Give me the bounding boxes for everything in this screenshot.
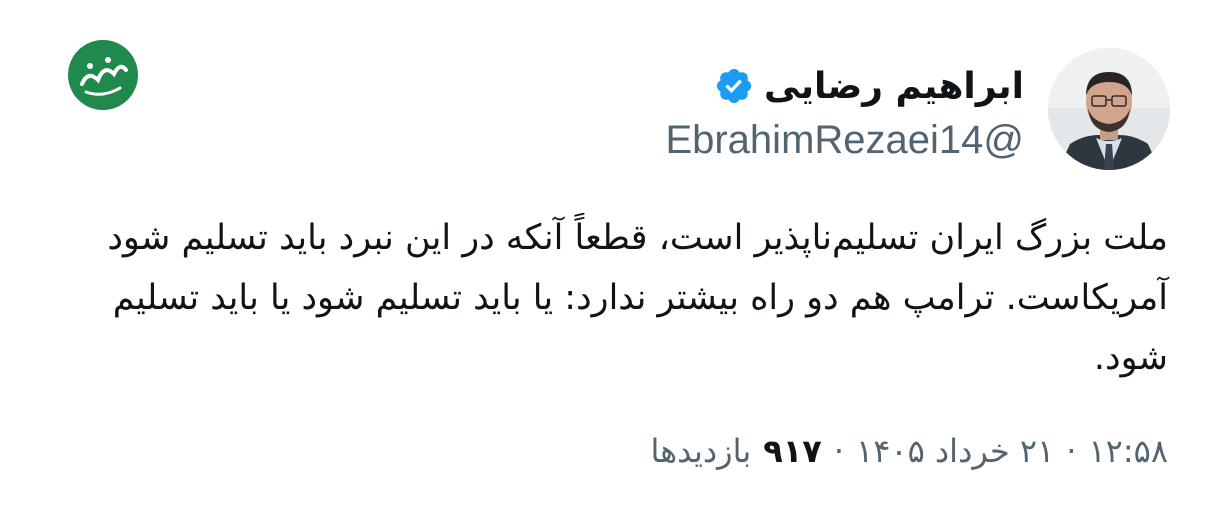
meta-separator: · [1066, 432, 1077, 470]
author-handle[interactable]: EbrahimRezaei14@ [665, 118, 1024, 163]
tweet-card: ابراهیم رضایی EbrahimRezaei14@ ملت بزرگ … [0, 0, 1220, 526]
views-count[interactable]: ۹۱۷ [763, 432, 822, 470]
barfarazi-logo-icon [68, 40, 138, 110]
tweet-date[interactable]: ۲۱ خرداد ۱۴۰۵ [856, 432, 1054, 470]
author-display-name[interactable]: ابراهیم رضایی [764, 66, 1024, 107]
tweet-meta: ۱۲:۵۸ · ۲۱ خرداد ۱۴۰۵ · ۹۱۷ بازدیدها [651, 432, 1168, 470]
avatar-photo [1048, 48, 1170, 170]
meta-separator: · [833, 432, 844, 470]
verified-badge-icon [716, 68, 752, 104]
tweet-text: ملت بزرگ ایران تسلیم‌ناپذیر است، قطعاً آ… [107, 218, 1168, 378]
tweet-time[interactable]: ۱۲:۵۸ [1088, 432, 1168, 470]
author-name-row[interactable]: ابراهیم رضایی [714, 58, 1024, 114]
avatar[interactable] [1048, 48, 1170, 170]
views-label[interactable]: بازدیدها [651, 432, 752, 470]
